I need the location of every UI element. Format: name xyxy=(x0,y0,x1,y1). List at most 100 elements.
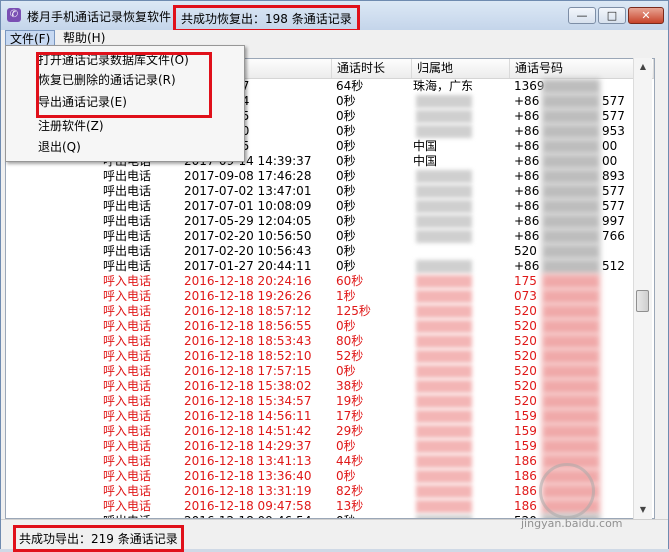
redacted-number xyxy=(542,304,600,319)
redacted-location xyxy=(416,350,472,363)
table-row[interactable]: 呼入电话 2016-12-18 15:34:57 19秒 520 xyxy=(6,394,654,409)
call-duration-cell: 0秒 xyxy=(336,469,356,483)
table-row[interactable]: 呼出电话 2017-07-01 10:08:09 0秒 +86 577 xyxy=(6,199,654,214)
call-type-cell: 呼入电话 xyxy=(103,499,152,513)
column-header-duration[interactable]: 通话时长 xyxy=(332,59,412,78)
redacted-number xyxy=(542,349,600,364)
table-row[interactable]: 呼入电话 2016-12-18 18:56:55 0秒 520 xyxy=(6,319,654,334)
call-number-tail: 577 xyxy=(602,199,625,213)
call-duration-cell: 125秒 xyxy=(336,304,371,318)
table-row[interactable]: 呼入电话 2016-12-18 14:56:11 17秒 159 xyxy=(6,409,654,424)
maximize-button[interactable]: □ xyxy=(598,7,626,24)
call-time-cell: 2016-12-18 18:53:43 xyxy=(184,334,312,348)
redacted-location xyxy=(416,410,472,423)
table-row[interactable]: 呼出电话 2017-02-20 10:56:50 0秒 +86 766 xyxy=(6,229,654,244)
call-type-cell: 呼入电话 xyxy=(103,319,152,333)
redacted-number xyxy=(542,169,600,184)
watermark-text: jingyan.baidu.com xyxy=(521,517,623,530)
call-duration-cell: 64秒 xyxy=(336,79,364,93)
call-time-cell: 2016-12-18 13:31:19 xyxy=(184,484,312,498)
table-row[interactable]: 呼入电话 2016-12-18 19:26:26 1秒 073 xyxy=(6,289,654,304)
call-duration-cell: 0秒 xyxy=(336,199,356,213)
table-row[interactable]: 呼入电话 2016-12-18 14:29:37 0秒 159 xyxy=(6,439,654,454)
call-duration-cell: 38秒 xyxy=(336,379,364,393)
redacted-location xyxy=(416,365,472,378)
call-type-cell: 呼入电话 xyxy=(103,349,152,363)
call-duration-cell: 0秒 xyxy=(336,184,356,198)
app-window: ✆ 楼月手机通话记录恢复软件 共成功恢复出：198 条通话记录 — □ ✕ 文件… xyxy=(0,0,669,552)
call-type-cell: 呼出电话 xyxy=(103,199,152,213)
redacted-location xyxy=(416,470,472,483)
call-type-cell: 呼出电话 xyxy=(103,259,152,273)
call-duration-cell: 44秒 xyxy=(336,454,364,468)
watermark-logo-icon xyxy=(539,463,595,519)
table-row[interactable]: 呼入电话 2016-12-18 17:57:15 0秒 520 xyxy=(6,364,654,379)
redacted-location xyxy=(416,275,472,288)
call-duration-cell: 0秒 xyxy=(336,139,356,153)
table-row[interactable]: 呼入电话 2016-12-18 18:52:10 52秒 520 xyxy=(6,349,654,364)
call-duration-cell: 19秒 xyxy=(336,394,364,408)
column-header-location[interactable]: 归属地 xyxy=(412,59,510,78)
call-number-tail: 893 xyxy=(602,169,625,183)
redacted-number xyxy=(542,274,600,289)
redacted-number xyxy=(542,199,600,214)
close-button[interactable]: ✕ xyxy=(628,7,664,24)
window-title: 楼月手机通话记录恢复软件 xyxy=(27,10,172,24)
redacted-location xyxy=(416,305,472,318)
call-duration-cell: 1秒 xyxy=(336,289,356,303)
redacted-number xyxy=(542,259,600,274)
call-type-cell: 呼入电话 xyxy=(103,409,152,423)
table-row[interactable]: 呼出电话 2017-07-02 13:47:01 0秒 +86 577 xyxy=(6,184,654,199)
redacted-location xyxy=(416,335,472,348)
call-duration-cell: 0秒 xyxy=(336,229,356,243)
call-time-cell: 2017-01-27 20:44:11 xyxy=(184,259,312,273)
call-time-cell: 2016-12-18 13:41:13 xyxy=(184,454,312,468)
redacted-number xyxy=(542,154,600,169)
call-duration-cell: 0秒 xyxy=(336,94,356,108)
call-time-cell: 2017-02-20 10:56:43 xyxy=(184,244,312,258)
call-duration-cell: 82秒 xyxy=(336,484,364,498)
table-row[interactable]: 呼入电话 2016-12-18 15:38:02 38秒 520 xyxy=(6,379,654,394)
call-type-cell: 呼出电话 xyxy=(103,229,152,243)
redacted-number xyxy=(542,244,600,259)
call-time-cell: 2017-02-20 10:56:50 xyxy=(184,229,312,243)
file-menu-dropdown: 打开通话记录数据库文件(O) 恢复已删除的通话记录(R) 导出通话记录(E) 注… xyxy=(5,45,245,162)
call-type-cell: 呼出电话 xyxy=(103,169,152,183)
table-row[interactable]: 呼入电话 2016-12-18 20:24:16 60秒 175 xyxy=(6,274,654,289)
call-duration-cell: 0秒 xyxy=(336,244,356,258)
table-row[interactable]: 呼出电话 2017-09-08 17:46:28 0秒 +86 893 xyxy=(6,169,654,184)
menu-exit[interactable]: 退出(Q) xyxy=(38,137,81,157)
table-row[interactable]: 呼入电话 2016-12-18 18:53:43 80秒 520 xyxy=(6,334,654,349)
redacted-location xyxy=(416,485,472,498)
call-duration-cell: 0秒 xyxy=(336,214,356,228)
redacted-location xyxy=(416,425,472,438)
annotation-highlight-box xyxy=(36,52,212,118)
menu-register[interactable]: 注册软件(Z) xyxy=(38,116,104,136)
scroll-up-icon[interactable]: ▲ xyxy=(634,58,652,75)
table-row[interactable]: 呼出电话 2017-01-27 20:44:11 0秒 +86 512 xyxy=(6,259,654,274)
redacted-number xyxy=(542,184,600,199)
vertical-scrollbar[interactable]: ▲ ▼ xyxy=(633,58,652,519)
redacted-number xyxy=(542,229,600,244)
redacted-location xyxy=(416,290,472,303)
call-duration-cell: 0秒 xyxy=(336,124,356,138)
call-time-cell: 2017-09-08 17:46:28 xyxy=(184,169,312,183)
title-bar[interactable]: ✆ 楼月手机通话记录恢复软件 共成功恢复出：198 条通话记录 — □ ✕ xyxy=(1,1,668,32)
call-number-tail: 577 xyxy=(602,94,625,108)
table-row[interactable]: 呼入电话 2016-12-18 18:57:12 125秒 520 xyxy=(6,304,654,319)
redacted-number xyxy=(542,319,600,334)
phone-app-icon: ✆ xyxy=(7,8,21,22)
table-row[interactable]: 呼出电话 2017-05-29 12:04:05 0秒 +86 997 xyxy=(6,214,654,229)
table-row[interactable]: 呼出电话 2017-02-20 10:56:43 0秒 520 xyxy=(6,244,654,259)
call-time-cell: 2017-05-29 12:04:05 xyxy=(184,214,312,228)
minimize-button[interactable]: — xyxy=(568,7,596,24)
redacted-number xyxy=(542,334,600,349)
call-duration-cell: 0秒 xyxy=(336,319,356,333)
scroll-thumb[interactable] xyxy=(636,290,649,312)
call-number-tail: 953 xyxy=(602,124,625,138)
table-row[interactable]: 呼入电话 2016-12-18 14:51:42 29秒 159 xyxy=(6,424,654,439)
redacted-location xyxy=(416,110,472,123)
call-time-cell: 2016-12-18 14:29:37 xyxy=(184,439,312,453)
call-number-tail: 512 xyxy=(602,259,625,273)
redacted-number xyxy=(542,379,600,394)
